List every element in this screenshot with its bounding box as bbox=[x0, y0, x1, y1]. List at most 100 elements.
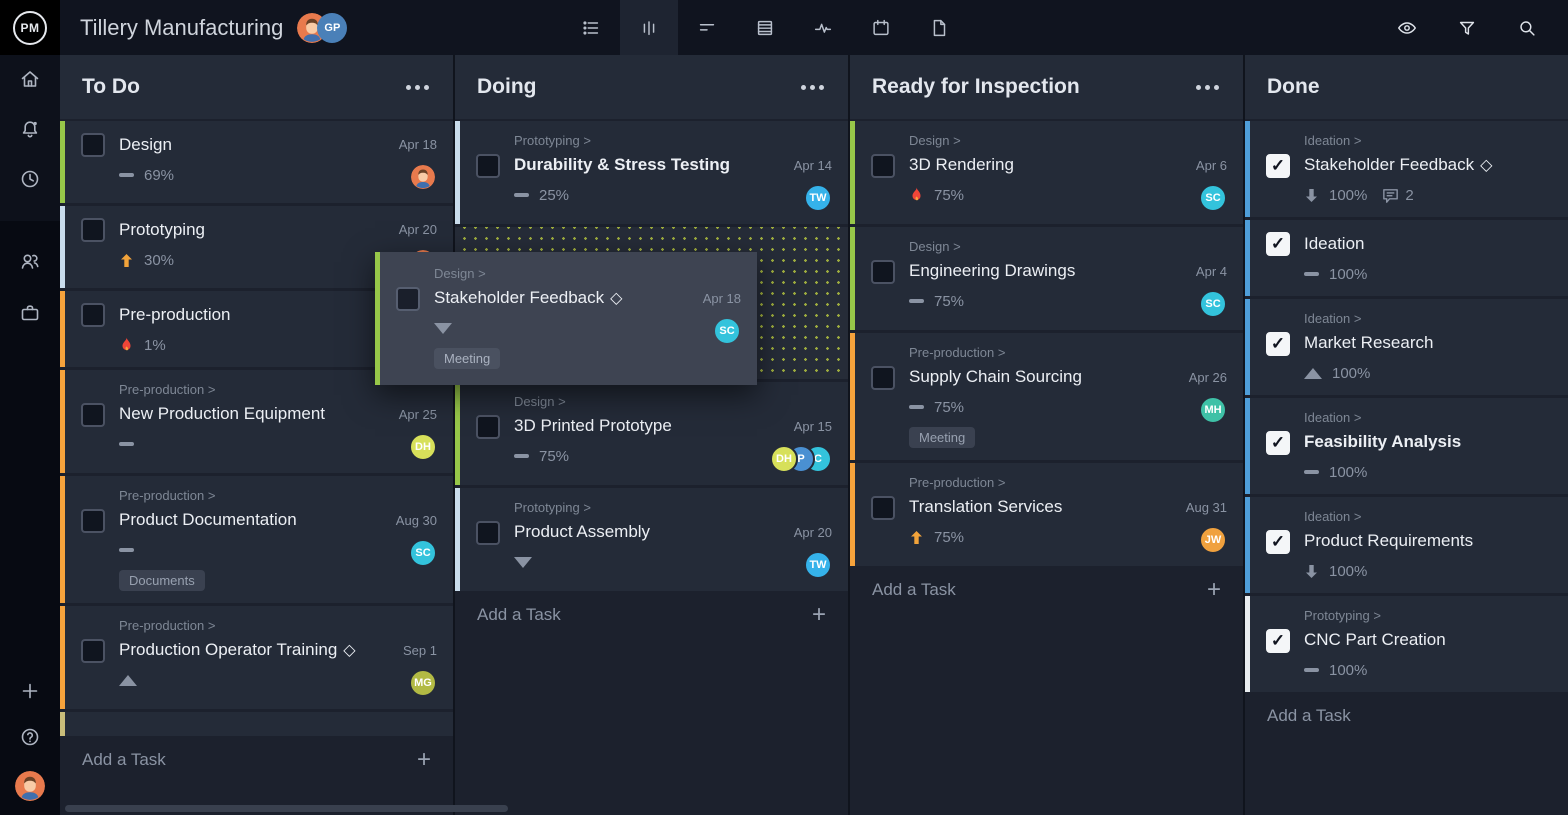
kanban-card[interactable]: ✓Ideation100% bbox=[1245, 220, 1568, 296]
sidebar-users-icon[interactable] bbox=[18, 249, 42, 273]
task-checkbox-checked[interactable]: ✓ bbox=[1266, 431, 1290, 455]
tab-list-view[interactable] bbox=[562, 0, 620, 55]
task-checkbox-checked[interactable]: ✓ bbox=[1266, 232, 1290, 256]
horizontal-scrollbar-thumb[interactable] bbox=[65, 805, 508, 812]
tab-gantt-view[interactable] bbox=[678, 0, 736, 55]
kanban-card[interactable]: ToG✓Ideation >Market Research100% bbox=[1245, 299, 1568, 395]
card-project-breadcrumb[interactable]: Design > bbox=[909, 133, 1184, 148]
card-project-breadcrumb[interactable]: Pre-production > bbox=[909, 345, 1177, 360]
card-project-breadcrumb[interactable]: Pre-production > bbox=[119, 382, 387, 397]
card-title: Engineering Drawings bbox=[909, 259, 1075, 283]
column-menu-button[interactable] bbox=[799, 79, 826, 96]
tab-docs-view[interactable] bbox=[910, 0, 968, 55]
header-avatars[interactable]: GP bbox=[297, 0, 347, 55]
sidebar-home-icon[interactable] bbox=[18, 67, 42, 91]
sidebar-plus-icon[interactable] bbox=[18, 679, 42, 703]
task-checkbox[interactable] bbox=[871, 154, 895, 178]
kanban-card[interactable]: Pre-production >Product DocumentationDoc… bbox=[60, 476, 453, 603]
kanban-card[interactable]: Pre-production >Translation Services75%A… bbox=[850, 463, 1243, 566]
card-project-breadcrumb[interactable]: Ideation > bbox=[1304, 133, 1568, 148]
task-checkbox[interactable] bbox=[81, 218, 105, 242]
task-checkbox-checked[interactable]: ✓ bbox=[1266, 530, 1290, 554]
filter-icon[interactable] bbox=[1456, 17, 1478, 39]
dragged-card[interactable]: Design >Stakeholder Feedback◇MeetingApr … bbox=[375, 252, 757, 385]
tab-calendar-view[interactable] bbox=[852, 0, 910, 55]
card-project-breadcrumb[interactable]: Pre-production > bbox=[119, 618, 391, 633]
tab-sheet-view[interactable] bbox=[736, 0, 794, 55]
card-project-breadcrumb[interactable]: Design > bbox=[434, 266, 691, 281]
add-task-button[interactable]: Add a Task+ bbox=[850, 566, 1243, 614]
task-checkbox[interactable] bbox=[476, 415, 500, 439]
kanban-card[interactable] bbox=[60, 712, 453, 736]
task-checkbox[interactable] bbox=[871, 366, 895, 390]
card-title-row: Prototyping bbox=[119, 218, 387, 242]
task-checkbox[interactable] bbox=[81, 133, 105, 157]
kanban-card[interactable]: ✓Ideation >Stakeholder Feedback◇100%2 bbox=[1245, 121, 1568, 217]
card-assignees: TW bbox=[804, 551, 832, 579]
kanban-card[interactable]: Design >Engineering Drawings75%Apr 4SC bbox=[850, 227, 1243, 330]
progress-percent: 100% bbox=[1329, 662, 1367, 679]
kanban-card[interactable]: Prototyping >Product AssemblyApr 20TW bbox=[455, 488, 848, 591]
task-checkbox[interactable] bbox=[476, 154, 500, 178]
card-color-stripe bbox=[850, 121, 855, 224]
sidebar-briefcase-icon[interactable] bbox=[18, 301, 42, 325]
add-task-button[interactable]: Add a Task+ bbox=[1245, 692, 1568, 740]
card-project-breadcrumb[interactable]: Prototyping > bbox=[514, 500, 782, 515]
task-checkbox[interactable] bbox=[81, 303, 105, 327]
add-task-button[interactable]: Add a Task+ bbox=[60, 736, 453, 784]
kanban-card[interactable]: Prototyping >Durability & Stress Testing… bbox=[455, 121, 848, 224]
task-checkbox[interactable] bbox=[81, 639, 105, 663]
task-checkbox[interactable] bbox=[871, 496, 895, 520]
progress-percent: 75% bbox=[934, 187, 964, 204]
profile-avatar[interactable] bbox=[15, 771, 45, 801]
card-project-breadcrumb[interactable]: Ideation > bbox=[1304, 509, 1568, 524]
card-title: 3D Printed Prototype bbox=[514, 414, 672, 438]
eye-icon[interactable] bbox=[1396, 17, 1418, 39]
card-project-breadcrumb[interactable]: Ideation > bbox=[1304, 410, 1568, 425]
kanban-card[interactable]: Design >3D Rendering75%Apr 6SC bbox=[850, 121, 1243, 224]
column-cards: ✓Ideation >Stakeholder Feedback◇100%2✓Id… bbox=[1245, 121, 1568, 692]
card-project-breadcrumb[interactable]: Prototyping > bbox=[514, 133, 782, 148]
kanban-card[interactable]: Pre-production >New Production Equipment… bbox=[60, 370, 453, 473]
kanban-card[interactable]: ✓Ideation >Product Requirements100% bbox=[1245, 497, 1568, 593]
tab-board-view[interactable] bbox=[620, 0, 678, 55]
add-task-plus-icon: + bbox=[812, 601, 826, 629]
task-checkbox[interactable] bbox=[81, 403, 105, 427]
add-task-button[interactable]: Add a Task+ bbox=[455, 591, 848, 639]
task-checkbox[interactable] bbox=[871, 260, 895, 284]
card-color-stripe bbox=[60, 476, 65, 603]
column-menu-button[interactable] bbox=[404, 79, 431, 96]
sidebar-clock-icon[interactable] bbox=[18, 167, 42, 191]
search-icon[interactable] bbox=[1516, 17, 1538, 39]
assignee-avatar: MG bbox=[409, 669, 437, 697]
app-logo[interactable]: PM bbox=[0, 0, 60, 55]
task-checkbox-checked[interactable]: ✓ bbox=[1266, 332, 1290, 356]
list-view-icon bbox=[580, 17, 602, 39]
sidebar-bell-icon[interactable] bbox=[18, 117, 42, 141]
task-checkbox[interactable] bbox=[396, 287, 420, 311]
card-project-breadcrumb[interactable]: Design > bbox=[514, 394, 758, 409]
task-checkbox[interactable] bbox=[81, 509, 105, 533]
task-checkbox[interactable] bbox=[476, 521, 500, 545]
header-right-icons bbox=[1396, 0, 1568, 55]
kanban-card[interactable]: ✓Ideation >Feasibility Analysis100% bbox=[1245, 398, 1568, 494]
milestone-diamond-icon: ◇ bbox=[343, 640, 355, 660]
task-checkbox-checked[interactable]: ✓ bbox=[1266, 629, 1290, 653]
sidebar-help-icon[interactable] bbox=[18, 725, 42, 749]
card-title: Product Assembly bbox=[514, 520, 650, 544]
kanban-card[interactable]: Design >3D Printed Prototype75%Apr 15DHP… bbox=[455, 382, 848, 485]
kanban-card[interactable]: Pre-production >Supply Chain Sourcing75%… bbox=[850, 333, 1243, 460]
card-due-date: Apr 26 bbox=[1189, 366, 1227, 390]
card-project-breadcrumb[interactable]: Design > bbox=[909, 239, 1184, 254]
card-project-breadcrumb[interactable]: Pre-production > bbox=[909, 475, 1174, 490]
kanban-card[interactable]: Pre-production >Production Operator Trai… bbox=[60, 606, 453, 709]
card-project-breadcrumb[interactable]: Prototyping > bbox=[1304, 608, 1568, 623]
card-project-breadcrumb[interactable]: Ideation > bbox=[1304, 311, 1568, 326]
kanban-card[interactable]: Design69%Apr 18 bbox=[60, 121, 453, 203]
tab-activity-view[interactable] bbox=[794, 0, 852, 55]
column-menu-button[interactable] bbox=[1194, 79, 1221, 96]
card-title-row: CNC Part Creation bbox=[1304, 628, 1568, 652]
task-checkbox-checked[interactable]: ✓ bbox=[1266, 154, 1290, 178]
kanban-card[interactable]: ✓ Prototyping > CNC Part Creation 100% bbox=[1245, 596, 1568, 692]
card-project-breadcrumb[interactable]: Pre-production > bbox=[119, 488, 384, 503]
